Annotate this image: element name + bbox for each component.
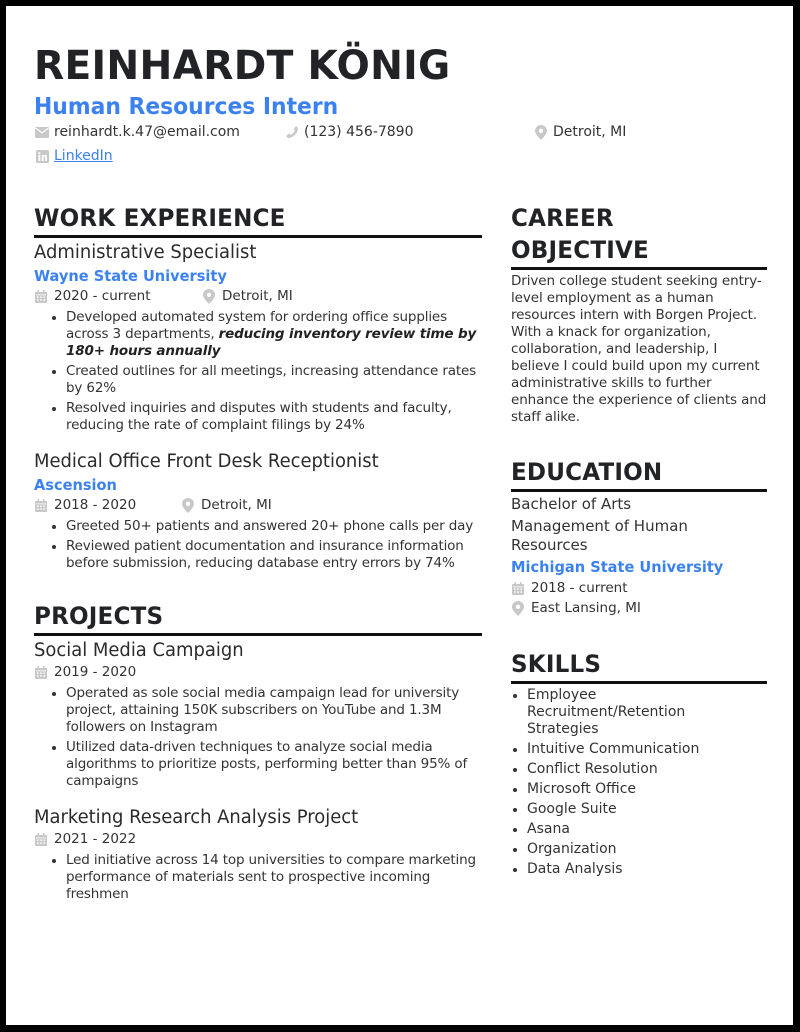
calendar-icon	[34, 666, 48, 680]
calendar-icon	[511, 581, 525, 595]
calendar-icon	[34, 499, 48, 513]
work-entry: Administrative Specialist Wayne State Un…	[34, 241, 482, 434]
envelope-icon	[35, 125, 49, 139]
contact-email: reinhardt.k.47@email.com	[35, 123, 240, 141]
section-heading-projects: PROJECTS	[34, 600, 482, 636]
section-heading-objective: CAREER OBJECTIVE	[511, 202, 767, 270]
calendar-icon	[34, 290, 48, 304]
calendar-icon	[34, 833, 48, 847]
contact-linkedin: LinkedIn	[35, 147, 113, 165]
school: Michigan State University	[511, 558, 724, 576]
project-entry: Social Media Campaign 2019 - 2020 Operat…	[34, 639, 482, 790]
work-entry: Medical Office Front Desk Receptionist A…	[34, 450, 482, 572]
bullet-item: Greeted 50+ patients and answered 20+ ph…	[50, 518, 482, 535]
skill-item: Intuitive Communication	[511, 741, 767, 758]
job-meta: 2018 - 2020 Detroit, MI	[34, 496, 482, 515]
job-location: Detroit, MI	[222, 288, 293, 304]
job-bullets: Greeted 50+ patients and answered 20+ ph…	[50, 518, 482, 572]
job-bullets: Developed automated system for ordering …	[50, 309, 482, 434]
linkedin-icon	[35, 149, 49, 163]
degree: Bachelor of Arts	[511, 495, 632, 513]
skill-item: Conflict Resolution	[511, 761, 767, 778]
project-bullets: Led initiative across 14 top universitie…	[50, 852, 482, 903]
project-name: Social Media Campaign	[34, 640, 244, 661]
job-location: Detroit, MI	[201, 497, 272, 513]
skill-item: Data Analysis	[511, 861, 767, 878]
map-pin-icon	[202, 289, 216, 304]
project-bullets: Operated as sole social media campaign l…	[50, 685, 482, 790]
map-pin-icon	[511, 600, 525, 616]
email-text: reinhardt.k.47@email.com	[54, 124, 240, 140]
right-column: CAREER OBJECTIVE Driven college student …	[511, 202, 767, 881]
resume-page: REINHARDT KÖNIG Human Resources Intern r…	[6, 6, 793, 1025]
job-title: Medical Office Front Desk Receptionist	[34, 451, 379, 472]
map-pin-icon	[181, 498, 195, 513]
phone-icon	[285, 125, 299, 139]
bullet-item: Developed automated system for ordering …	[50, 309, 482, 360]
skills-list: Employee Recruitment/Retention Strategie…	[511, 687, 767, 878]
skill-item: Microsoft Office	[511, 781, 767, 798]
location-text: Detroit, MI	[553, 124, 627, 140]
section-heading-skills: SKILLS	[511, 648, 767, 684]
field-of-study: Management of Human Resources	[511, 517, 688, 554]
bullet-item: Led initiative across 14 top universitie…	[50, 852, 482, 903]
candidate-name: REINHARDT KÖNIG	[34, 43, 451, 89]
linkedin-link[interactable]: LinkedIn	[54, 147, 113, 165]
bullet-item: Resolved inquiries and disputes with stu…	[50, 400, 482, 434]
section-heading-education: EDUCATION	[511, 456, 767, 492]
employer: Wayne State University	[34, 267, 227, 285]
contact-location: Detroit, MI	[534, 123, 626, 141]
job-meta: 2020 - current Detroit, MI	[34, 287, 482, 306]
job-dates: 2020 - current	[54, 288, 151, 304]
map-pin-icon	[534, 124, 548, 140]
phone-text: (123) 456-7890	[304, 124, 414, 140]
employer: Ascension	[34, 476, 117, 494]
job-title: Administrative Specialist	[34, 242, 257, 263]
bullet-item: Reviewed patient documentation and insur…	[50, 538, 482, 572]
project-meta: 2021 - 2022	[34, 830, 482, 849]
left-column: WORK EXPERIENCE Administrative Specialis…	[34, 202, 482, 919]
project-meta: 2019 - 2020	[34, 663, 482, 682]
education-dates: 2018 - current	[511, 578, 767, 598]
candidate-title: Human Resources Intern	[34, 94, 339, 120]
project-entry: Marketing Research Analysis Project 2021…	[34, 806, 482, 903]
section-heading-work: WORK EXPERIENCE	[34, 202, 482, 238]
project-dates: 2021 - 2022	[54, 831, 137, 847]
project-dates: 2019 - 2020	[54, 664, 137, 680]
skill-item: Asana	[511, 821, 767, 838]
job-dates: 2018 - 2020	[54, 497, 137, 513]
skill-item: Google Suite	[511, 801, 767, 818]
bullet-item: Utilized data-driven techniques to analy…	[50, 739, 482, 790]
skill-item: Employee Recruitment/Retention Strategie…	[511, 687, 701, 738]
contact-phone: (123) 456-7890	[285, 123, 414, 141]
skill-item: Organization	[511, 841, 767, 858]
objective-text: Driven college student seeking entry-lev…	[511, 273, 767, 425]
project-name: Marketing Research Analysis Project	[34, 807, 359, 828]
bullet-item: Operated as sole social media campaign l…	[50, 685, 482, 736]
education-location: East Lansing, MI	[511, 598, 767, 618]
bullet-item: Created outlines for all meetings, incre…	[50, 363, 482, 397]
